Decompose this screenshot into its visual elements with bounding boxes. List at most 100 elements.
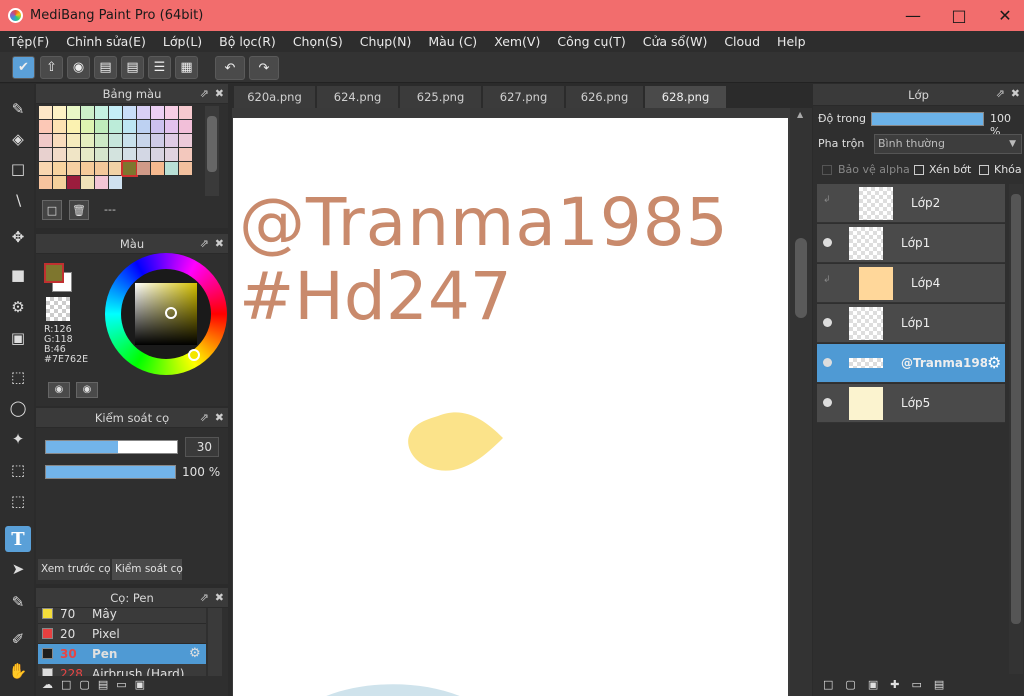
menu-help[interactable]: Help (772, 34, 811, 49)
protect-alpha-checkbox[interactable] (822, 165, 832, 175)
select-pen-tool-icon[interactable]: ⬚ (5, 457, 31, 483)
layer-opacity-slider[interactable] (871, 112, 984, 126)
color-swatch[interactable] (123, 120, 136, 133)
new-brush-icon[interactable]: □ (61, 678, 71, 696)
color-swatch[interactable] (179, 120, 192, 133)
color-swatch[interactable] (165, 134, 178, 147)
undo-icon[interactable]: ↶ (215, 56, 245, 80)
eye-icon[interactable] (823, 398, 832, 407)
color-swatch[interactable] (39, 176, 52, 189)
layer-row[interactable]: ↲ Lớp4 (817, 264, 1005, 303)
sv-cursor[interactable] (165, 307, 177, 319)
eye-icon[interactable] (823, 358, 832, 367)
canvas[interactable]: @Tranma1985 #Hd247 (233, 118, 788, 696)
color-swatch[interactable] (81, 120, 94, 133)
new-layer-icon[interactable]: □ (823, 678, 833, 696)
hue-cursor[interactable] (188, 349, 200, 361)
color-swatch[interactable] (179, 106, 192, 119)
brush-size-slider[interactable] (45, 440, 178, 454)
popout-icon[interactable]: ⇗ (200, 591, 209, 604)
select-rect-tool-icon[interactable]: ⬚ (5, 364, 31, 390)
maximize-button[interactable]: □ (936, 0, 982, 31)
operation-tool-icon[interactable]: ➤ (5, 556, 31, 582)
new-swatch-icon[interactable]: □ (42, 200, 62, 220)
list-item[interactable]: 70 Mây (38, 608, 206, 624)
color-swatch[interactable] (53, 148, 66, 161)
color-swatch[interactable] (151, 120, 164, 133)
brush-size-value[interactable]: 30 (185, 437, 219, 457)
gear-icon[interactable]: ⚙ (987, 353, 1001, 372)
color-swatch[interactable] (39, 120, 52, 133)
clipping-checkbox[interactable] (914, 165, 924, 175)
popout-icon[interactable]: ⇗ (200, 411, 209, 424)
select-eraser-tool-icon[interactable]: ⬚ (5, 488, 31, 514)
eye-icon[interactable] (823, 318, 832, 327)
move-tool-icon[interactable]: ✥ (5, 224, 31, 250)
color-swatch[interactable] (53, 134, 66, 147)
list-item[interactable]: 228 Airbrush (Hard) (38, 664, 206, 676)
scroll-up-icon[interactable]: ▲ (797, 110, 803, 119)
color-swatch[interactable] (137, 106, 150, 119)
fill-rect-tool-icon[interactable]: ■ (5, 262, 31, 288)
color-swatch[interactable] (109, 120, 122, 133)
lock-checkbox[interactable] (979, 165, 989, 175)
eyedropper-tool-icon[interactable]: ✐ (5, 626, 31, 652)
color-swatch[interactable] (67, 134, 80, 147)
palette-mode-icon[interactable]: ◉ (48, 382, 70, 398)
color-swatch[interactable] (53, 162, 66, 175)
close-icon[interactable]: ✖ (215, 237, 224, 250)
color-swatch[interactable] (67, 120, 80, 133)
color-swatch[interactable] (165, 120, 178, 133)
menu-layer[interactable]: Lớp(L) (158, 34, 207, 49)
duplicate-icon[interactable]: ▣ (135, 678, 145, 696)
color-swatch[interactable] (81, 162, 94, 175)
rectangle-tool-icon[interactable]: □ (5, 156, 31, 182)
menu-window[interactable]: Cửa sổ(W) (638, 34, 713, 49)
color-picker-mode-icon[interactable]: ◉ (76, 382, 98, 398)
transparent-color-swatch[interactable] (46, 297, 70, 321)
menu-filter[interactable]: Bộ lọc(R) (214, 34, 281, 49)
foreground-color-swatch[interactable] (44, 263, 64, 283)
check-icon[interactable]: ✔ (12, 56, 35, 79)
comment-icon[interactable]: ▤ (94, 56, 117, 79)
canvas-vertical-scrollbar[interactable]: ▲ (790, 108, 812, 696)
tab-627[interactable]: 627.png (483, 86, 565, 108)
menu-edit[interactable]: Chỉnh sửa(E) (61, 34, 151, 49)
menu-cloud[interactable]: Cloud (719, 34, 765, 49)
list-icon[interactable]: ☰ (148, 56, 171, 79)
color-swatch[interactable] (81, 148, 94, 161)
close-icon[interactable]: ✖ (1011, 87, 1020, 100)
duplicate-layer-icon[interactable]: ▤ (934, 678, 944, 696)
tab-628[interactable]: 628.png (645, 86, 727, 108)
color-swatch[interactable] (95, 148, 108, 161)
folder-icon[interactable]: ▭ (116, 678, 126, 696)
tab-brush-control[interactable]: Kiểm soát cọ (112, 559, 183, 580)
menu-select[interactable]: Chọn(S) (288, 34, 348, 49)
new-8bit-layer-icon[interactable]: ▢ (845, 678, 855, 696)
color-swatch[interactable] (95, 162, 108, 175)
color-swatch[interactable] (109, 134, 122, 147)
color-swatch[interactable] (67, 176, 80, 189)
color-swatch[interactable] (151, 162, 164, 175)
layer-row[interactable]: @Tranma1985 ⚙ (817, 344, 1005, 383)
color-swatch[interactable] (39, 148, 52, 161)
dot-brush-tool-icon[interactable]: ∖ (5, 188, 31, 214)
color-swatch[interactable] (67, 162, 80, 175)
color-swatch[interactable] (165, 148, 178, 161)
canvas-area[interactable]: @Tranma1985 #Hd247 ▲ (232, 108, 812, 696)
close-icon[interactable]: ✖ (215, 411, 224, 424)
menu-color[interactable]: Màu (C) (423, 34, 482, 49)
upload-icon[interactable]: ⇧ (40, 56, 63, 79)
layer-row[interactable]: Lớp1 (817, 304, 1005, 343)
color-swatch[interactable] (95, 134, 108, 147)
hand-tool-icon[interactable]: ✋ (5, 658, 31, 684)
color-swatch[interactable] (109, 106, 122, 119)
blend-mode-select[interactable]: Bình thường ▼ (874, 134, 1022, 154)
color-swatch[interactable] (179, 148, 192, 161)
color-wheel[interactable] (105, 253, 227, 375)
menu-snap[interactable]: Chụp(N) (355, 34, 417, 49)
gradient-tool-icon[interactable]: ▣ (5, 325, 31, 351)
menu-view[interactable]: Xem(V) (489, 34, 545, 49)
brush-list-scrollbar[interactable] (208, 608, 222, 676)
color-swatch[interactable] (137, 148, 150, 161)
